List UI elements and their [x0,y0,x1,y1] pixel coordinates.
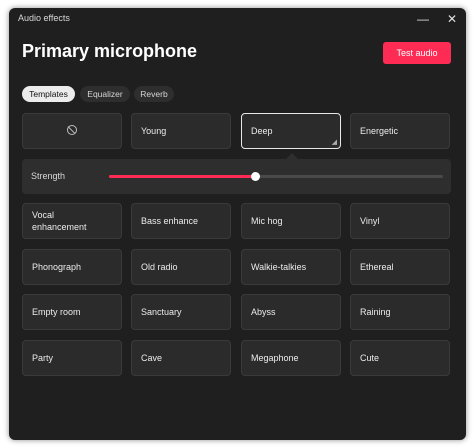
test-audio-button[interactable]: Test audio [383,42,451,64]
effect-label: Walkie-talkies [251,262,307,272]
minimize-button[interactable]: — [415,11,431,27]
strength-slider-thumb[interactable] [251,172,261,181]
effect-label: Sanctuary [141,307,182,317]
effect-vocal-enhancement[interactable]: Vocal enhancement [22,203,122,239]
effect-mic-hog[interactable]: Mic hog [241,203,341,239]
effect-phonograph[interactable]: Phonograph [22,249,122,285]
effect-empty-room[interactable]: Empty room [22,294,122,330]
effect-old-radio[interactable]: Old radio [131,249,231,285]
effect-label: Vinyl [360,216,380,226]
no-effect-icon [67,125,77,135]
effect-abyss[interactable]: Abyss [241,294,341,330]
effect-label: Raining [360,307,391,317]
template-deep[interactable]: Deep ◢ [241,113,341,149]
tab-reverb[interactable]: Reverb [134,86,174,102]
page-title: Primary microphone [22,41,198,61]
audio-effects-window: Audio effects — ✕ Primary microphone Tes… [9,8,466,440]
window-title: Audio effects [18,13,70,23]
effect-ethereal[interactable]: Ethereal [350,249,450,285]
title-bar: Audio effects — ✕ [9,8,466,30]
tab-templates[interactable]: Templates [22,86,75,102]
effect-cave[interactable]: Cave [131,340,231,376]
effect-label: Bass enhance [141,216,199,226]
strength-panel: Strength [22,159,451,194]
effect-label: Phonograph [32,262,82,272]
effect-party[interactable]: Party [22,340,122,376]
effect-megaphone[interactable]: Megaphone [241,340,341,376]
close-button[interactable]: ✕ [444,11,460,27]
effect-label: Megaphone [251,353,299,363]
strength-slider-fill [109,175,256,178]
effect-label: Old radio [141,262,178,272]
effect-raining[interactable]: Raining [350,294,450,330]
effect-bass-enhance[interactable]: Bass enhance [131,203,231,239]
effect-label: Empty room [32,307,81,317]
template-none[interactable] [22,113,122,149]
effect-sanctuary[interactable]: Sanctuary [131,294,231,330]
effect-label: Cute [360,353,380,363]
effect-label: Mic hog [251,216,283,226]
strength-slider[interactable] [109,172,443,181]
template-young[interactable]: Young [131,113,231,149]
template-label: Young [141,126,167,136]
effect-cute[interactable]: Cute [350,340,450,376]
effect-walkie-talkies[interactable]: Walkie-talkies [241,249,341,285]
effect-label: Abyss [251,307,276,317]
effect-vinyl[interactable]: Vinyl [350,203,450,239]
effect-label: Vocal enhancement [32,210,87,232]
template-label: Deep [251,126,273,136]
strength-label: Strength [31,171,66,181]
effect-label: Cave [141,353,163,363]
resize-grip-icon: ◢ [331,139,337,146]
template-energetic[interactable]: Energetic [350,113,450,149]
effect-label: Ethereal [360,262,394,272]
tab-equalizer[interactable]: Equalizer [80,86,130,102]
template-label: Energetic [360,126,399,136]
effect-label: Party [32,353,54,363]
